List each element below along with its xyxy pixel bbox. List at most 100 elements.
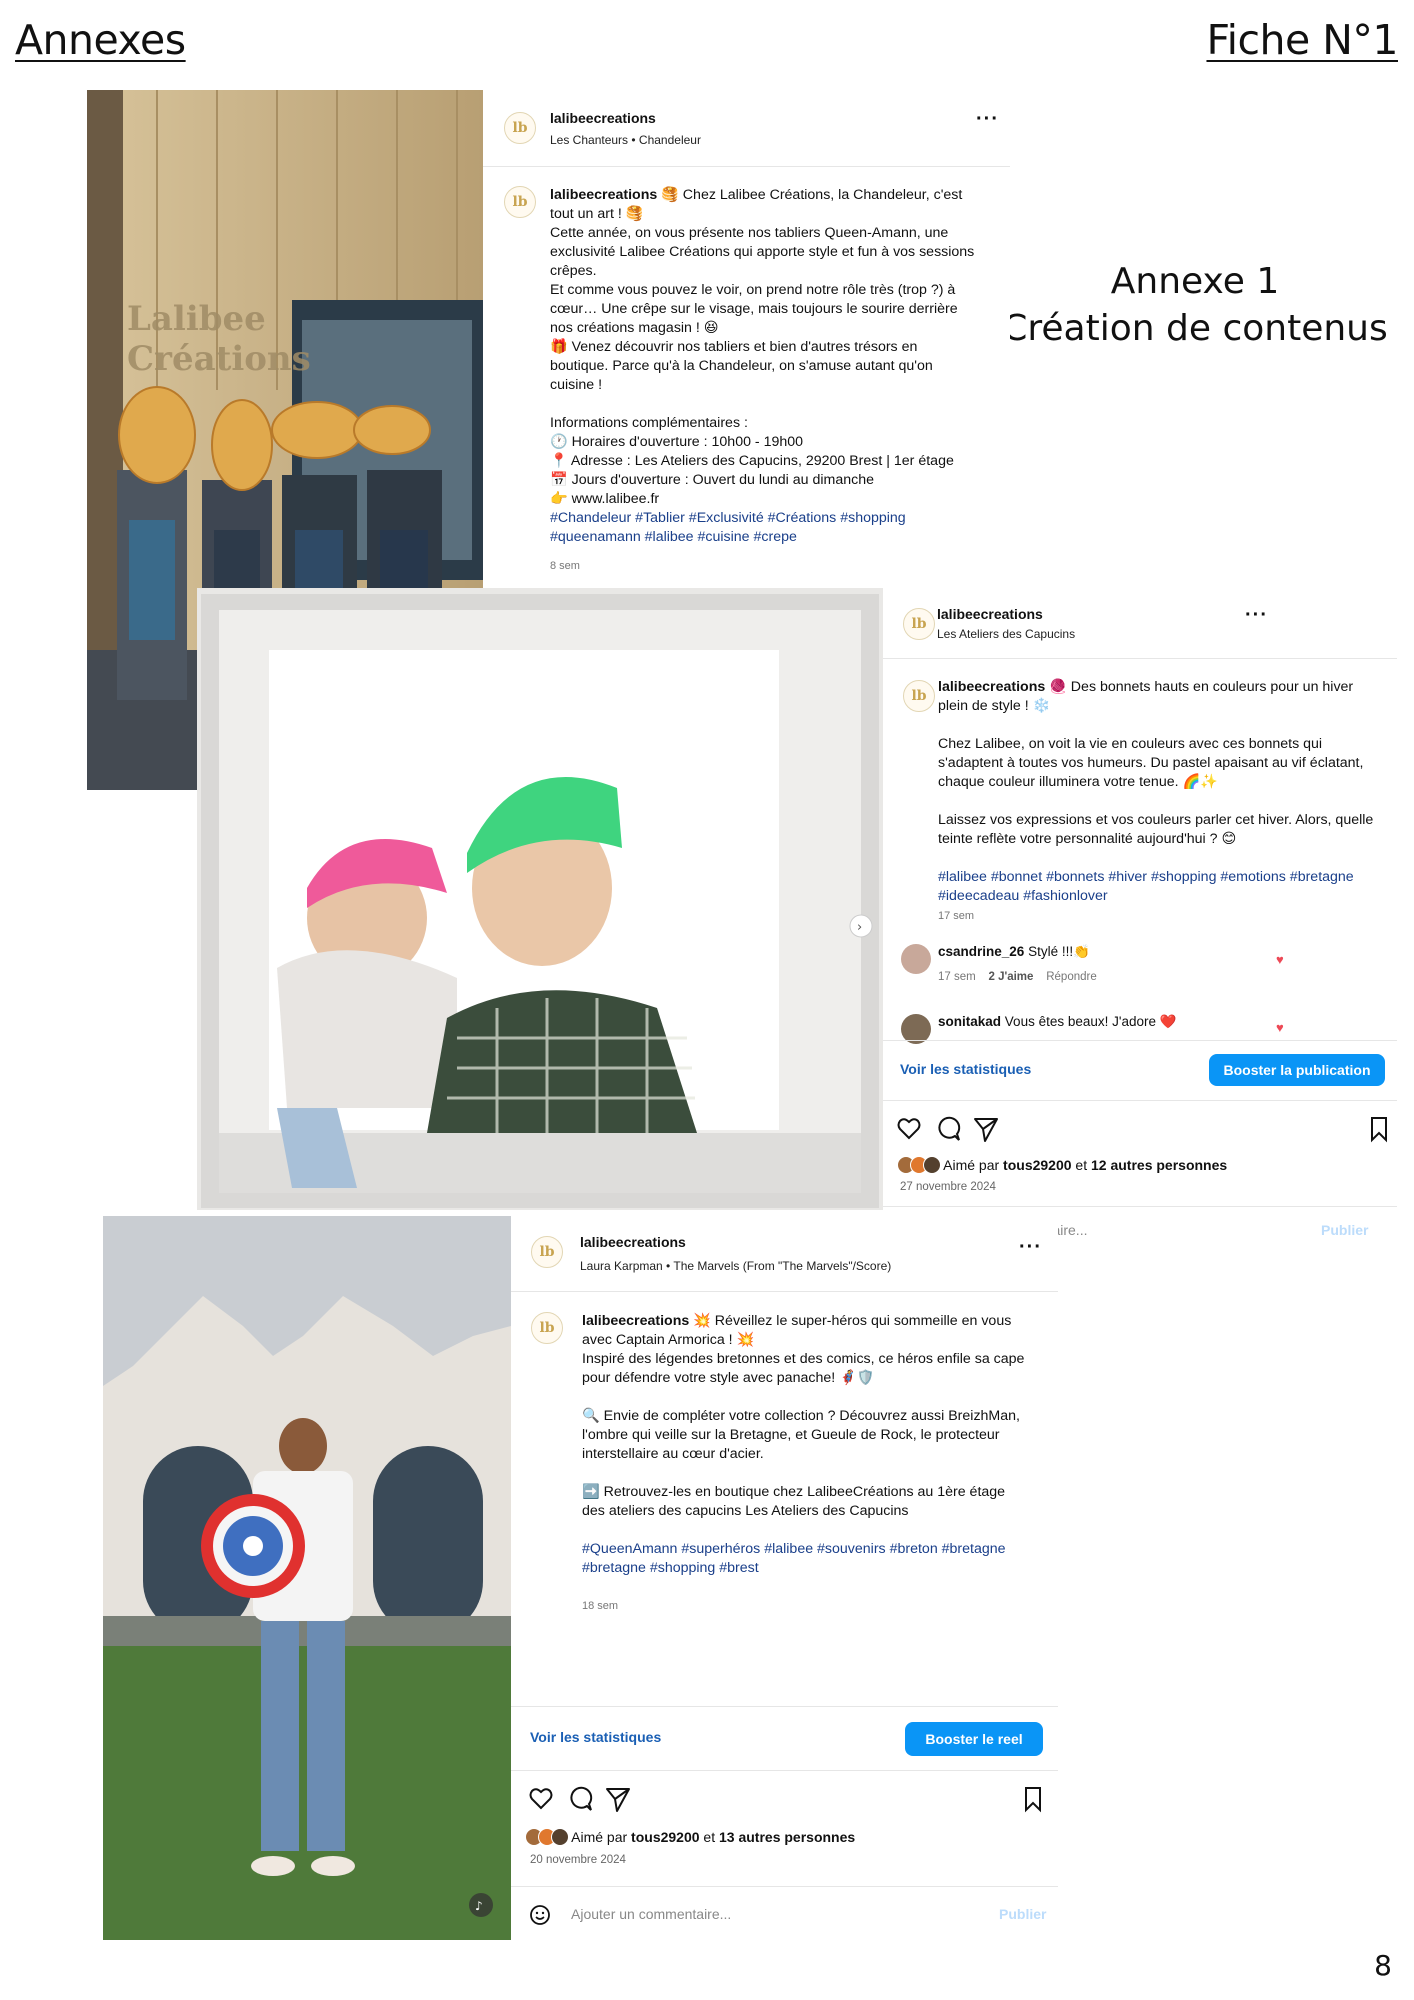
- more-options-icon[interactable]: ···: [1019, 1236, 1042, 1259]
- caption-logo-icon[interactable]: lb: [504, 186, 536, 218]
- comment-meta: 17 sem 2 J'aime Répondre: [938, 971, 1097, 983]
- music-label[interactable]: Les Chanteurs • Chandeleur: [550, 133, 701, 147]
- divider: [483, 166, 1010, 167]
- caption-spacer: [938, 716, 1378, 735]
- divider: [883, 1100, 1397, 1101]
- divider: [511, 1291, 1058, 1292]
- boost-post-button[interactable]: Booster la publication: [1209, 1054, 1385, 1086]
- caption-line: 🕐 Horaires d'ouverture : 10h00 - 19h00: [550, 434, 804, 450]
- annexe-title: Annexe 1 Création de contenus: [990, 258, 1400, 352]
- post-age: 17 sem: [938, 910, 975, 922]
- account-name[interactable]: lalibeecreations: [550, 110, 656, 126]
- caption-hashtags[interactable]: #Chandeleur #Tablier #Exclusivité #Créat…: [550, 509, 975, 547]
- divider: [883, 1040, 1397, 1041]
- caption-username[interactable]: lalibeecreations: [938, 679, 1045, 695]
- view-statistics-link[interactable]: Voir les statistiques: [530, 1729, 661, 1745]
- location-label[interactable]: Les Ateliers des Capucins: [937, 627, 1075, 641]
- more-options-icon[interactable]: ···: [1245, 604, 1268, 627]
- comment-like-heart-icon[interactable]: ♥: [1276, 952, 1284, 967]
- caption-spacer: [938, 849, 1378, 868]
- bookmark-icon: [1371, 1117, 1387, 1143]
- post-captain-armorica: ♪ lb lalibeecreations Laura Karpman • Th…: [103, 1216, 1058, 1940]
- caption-line: Cette année, on vous présente nos tablie…: [550, 225, 975, 279]
- page-number: 8: [1374, 1949, 1392, 1982]
- share-icon: [606, 1788, 630, 1812]
- publish-button[interactable]: Publier: [1321, 1222, 1368, 1238]
- comment-username[interactable]: sonitakad: [938, 1014, 1001, 1029]
- caption-line: Inspiré des légendes bretonnes et des co…: [582, 1351, 1025, 1386]
- action-bar: [897, 1114, 1387, 1144]
- caption-username[interactable]: lalibeecreations: [550, 187, 657, 203]
- comment-age: 17 sem: [938, 971, 976, 983]
- svg-text:›: ›: [857, 920, 862, 935]
- caption-spacer: [550, 395, 975, 414]
- post-captain-panel: lb lalibeecreations Laura Karpman • The …: [511, 1216, 1058, 1940]
- caption-logo-icon[interactable]: lb: [903, 680, 935, 712]
- liked-by-prefix: Aimé par: [571, 1829, 628, 1846]
- music-label[interactable]: Laura Karpman • The Marvels (From "The M…: [580, 1259, 891, 1273]
- action-bar: [529, 1784, 1049, 1814]
- comment-like-heart-icon[interactable]: ♥: [1276, 1020, 1284, 1035]
- divider: [511, 1706, 1058, 1707]
- bonnets-selfie-photo: ›: [197, 588, 883, 1210]
- liker-avatars: [525, 1828, 569, 1849]
- comment: csandrine_26 Stylé !!!👏: [938, 944, 1090, 960]
- avatar[interactable]: [901, 944, 931, 974]
- publish-button[interactable]: Publier: [999, 1906, 1046, 1922]
- liked-by[interactable]: Aimé par tous29200 et 12 autres personne…: [897, 1156, 1227, 1177]
- liked-by-prefix: Aimé par: [943, 1157, 1000, 1174]
- caption-line: 📅 Jours d'ouverture : Ouvert du lundi au…: [550, 472, 874, 488]
- view-statistics-link[interactable]: Voir les statistiques: [900, 1061, 1031, 1077]
- caption-hashtags[interactable]: #lalibee #bonnet #bonnets #hiver #shoppi…: [938, 868, 1378, 906]
- liked-by-user[interactable]: tous29200: [631, 1829, 699, 1845]
- heart-icon: [529, 1788, 553, 1810]
- divider: [511, 1770, 1058, 1771]
- caption-logo-icon[interactable]: lb: [531, 1312, 563, 1344]
- caption-hashtags[interactable]: #QueenAmann #superhéros #lalibee #souven…: [582, 1540, 1027, 1578]
- caption-spacer: [582, 1464, 1027, 1483]
- divider: [883, 658, 1397, 659]
- caption-line: 📍 Adresse : Les Ateliers des Capucins, 2…: [550, 453, 954, 469]
- post-age: 8 sem: [550, 560, 580, 572]
- comment-text: Vous êtes beaux! J'adore ❤️: [1004, 1014, 1177, 1029]
- caption-spacer: [938, 792, 1378, 811]
- comment-likes[interactable]: 2 J'aime: [989, 971, 1034, 983]
- liked-by-user[interactable]: tous29200: [1003, 1157, 1071, 1173]
- account-name[interactable]: lalibeecreations: [580, 1234, 686, 1250]
- page-header-fiche: Fiche N°1: [1206, 16, 1398, 64]
- heart-icon: [897, 1118, 921, 1140]
- post-bonnets-photo[interactable]: ›: [197, 588, 883, 1210]
- svg-text:Créations: Créations: [127, 339, 311, 379]
- caption-spacer: [582, 1388, 1027, 1407]
- profile-logo-icon[interactable]: lb: [531, 1236, 563, 1268]
- post-bonnets: › lb lalibeecreations Les Ateliers des C…: [197, 588, 1397, 1248]
- post-bonnets-panel: lb lalibeecreations Les Ateliers des Cap…: [883, 588, 1397, 1248]
- comment-username[interactable]: csandrine_26: [938, 944, 1024, 959]
- liked-by-others[interactable]: 13 autres personnes: [719, 1829, 855, 1845]
- store-sign-text: Lalibee: [127, 299, 266, 339]
- liked-by-and: et: [1075, 1157, 1088, 1174]
- caption-username[interactable]: lalibeecreations: [582, 1313, 689, 1329]
- liked-by[interactable]: Aimé par tous29200 et 13 autres personne…: [525, 1828, 855, 1849]
- reply-button[interactable]: Répondre: [1046, 971, 1097, 983]
- comment-icon: [570, 1786, 593, 1811]
- emoji-icon[interactable]: [529, 1904, 551, 1926]
- caption-line: 🔍 Envie de compléter votre collection ? …: [582, 1408, 1020, 1462]
- profile-logo-icon[interactable]: lb: [504, 112, 536, 144]
- post-date: 27 novembre 2024: [900, 1181, 996, 1193]
- caption-line: 👉 www.lalibee.fr: [550, 491, 660, 507]
- post-date: 20 novembre 2024: [530, 1854, 626, 1866]
- comment-icon: [938, 1116, 961, 1141]
- more-options-icon[interactable]: ···: [976, 108, 999, 131]
- share-icon: [974, 1118, 998, 1142]
- post-captain-photo[interactable]: ♪: [103, 1216, 511, 1940]
- divider: [511, 1886, 1058, 1887]
- comment: sonitakad Vous êtes beaux! J'adore ❤️: [938, 1014, 1177, 1030]
- mute-icon: ♪: [475, 1899, 483, 1913]
- boost-reel-button[interactable]: Booster le reel: [905, 1722, 1043, 1756]
- account-name[interactable]: lalibeecreations: [937, 606, 1043, 622]
- profile-logo-icon[interactable]: lb: [903, 608, 935, 640]
- add-comment-input[interactable]: Ajouter un commentaire...: [571, 1906, 731, 1922]
- post-caption: lalibeecreations 🧶 Des bonnets hauts en …: [938, 678, 1378, 906]
- liked-by-others[interactable]: 12 autres personnes: [1091, 1157, 1227, 1173]
